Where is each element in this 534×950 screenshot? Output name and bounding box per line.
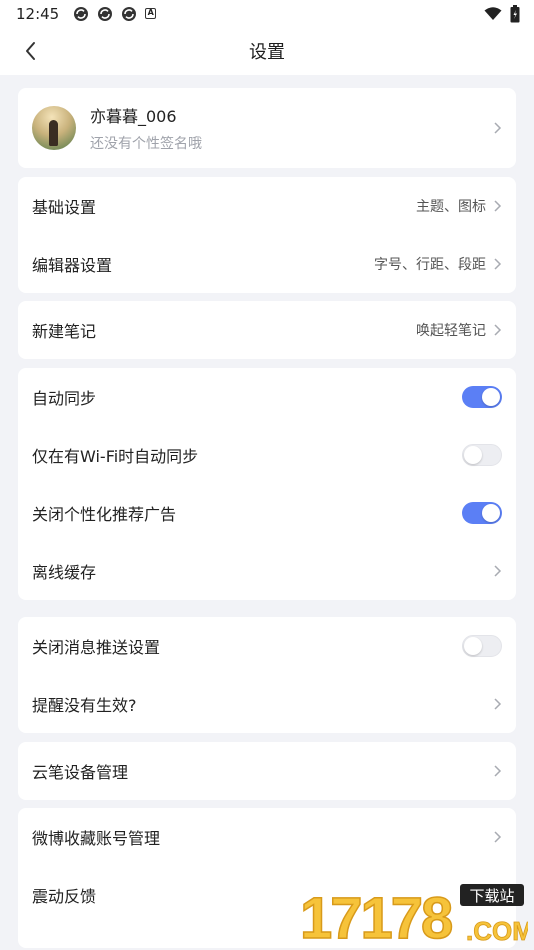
auto-sync-toggle[interactable]	[462, 386, 502, 408]
watermark-badge: 下载站	[469, 887, 514, 905]
watermark-domain: .COM	[466, 916, 528, 946]
pen-device-row[interactable]: 云笔设备管理	[18, 742, 516, 800]
profile-signature: 还没有个性签名哦	[90, 136, 202, 152]
sync-icon	[122, 6, 137, 21]
chevron-right-icon	[494, 565, 502, 577]
profile-text: 亦暮暮_006 还没有个性签名哦	[90, 103, 202, 153]
auto-sync-label: 自动同步	[32, 389, 97, 408]
ads-label: 关闭个性化推荐广告	[32, 505, 177, 524]
vibration-label: 震动反馈	[32, 887, 97, 906]
display-settings-card: 基础设置 主题、图标 编辑器设置 字号、行距、段距	[18, 177, 516, 293]
wifi-sync-toggle[interactable]	[462, 444, 502, 466]
editor-settings-label: 编辑器设置	[32, 256, 113, 275]
close-push-label: 关闭消息推送设置	[32, 638, 161, 657]
a-icon: A	[145, 8, 157, 19]
reminder-label: 提醒没有生效?	[32, 696, 137, 715]
basic-settings-label: 基础设置	[32, 198, 97, 217]
chevron-right-icon	[494, 324, 502, 336]
new-note-label: 新建笔记	[32, 322, 97, 341]
sync-icon	[98, 6, 113, 21]
offline-cache-row[interactable]: 离线缓存	[18, 542, 516, 600]
profile-name: 亦暮暮_006	[90, 107, 177, 126]
basic-settings-row[interactable]: 基础设置 主题、图标	[18, 177, 516, 235]
editor-settings-value: 字号、行距、段距	[374, 257, 486, 273]
close-push-row: 关闭消息推送设置	[18, 617, 516, 675]
auto-sync-row: 自动同步	[18, 368, 516, 426]
ads-row: 关闭个性化推荐广告	[18, 484, 516, 542]
sync-icon	[74, 6, 89, 21]
pen-card: 云笔设备管理	[18, 742, 516, 800]
top-app-bar: 设置	[0, 27, 534, 75]
profile-row[interactable]: 亦暮暮_006 还没有个性签名哦	[18, 88, 516, 168]
sync-settings-card: 自动同步 仅在有Wi-Fi时自动同步 关闭个性化推荐广告 离线缓存	[18, 368, 516, 600]
chevron-right-icon	[494, 258, 502, 270]
avatar	[32, 106, 76, 150]
profile-card: 亦暮暮_006 还没有个性签名哦	[18, 88, 516, 168]
status-bar: 12:45 A	[0, 0, 534, 27]
new-note-value: 唤起轻笔记	[416, 323, 486, 339]
battery-icon	[510, 4, 520, 22]
status-time: 12:45	[16, 4, 60, 23]
status-notification-icons: A	[73, 6, 157, 22]
reminder-row[interactable]: 提醒没有生效?	[18, 675, 516, 733]
chevron-right-icon	[494, 698, 502, 710]
chevron-right-icon	[494, 122, 502, 134]
editor-settings-row[interactable]: 编辑器设置 字号、行距、段距	[18, 235, 516, 293]
weibo-label: 微博收藏账号管理	[32, 829, 161, 848]
page-title: 设置	[249, 42, 285, 63]
chevron-right-icon	[494, 831, 502, 843]
ads-toggle[interactable]	[462, 502, 502, 524]
pen-device-label: 云笔设备管理	[32, 763, 129, 782]
chevron-right-icon	[494, 765, 502, 777]
new-note-row[interactable]: 新建笔记 唤起轻笔记	[18, 301, 516, 359]
offline-cache-label: 离线缓存	[32, 563, 97, 582]
watermark-number: 17178	[300, 886, 452, 946]
weibo-row[interactable]: 微博收藏账号管理	[18, 808, 516, 866]
wifi-sync-label: 仅在有Wi-Fi时自动同步	[32, 447, 199, 466]
back-arrow-icon[interactable]	[20, 39, 44, 63]
push-settings-card: 关闭消息推送设置 提醒没有生效?	[18, 617, 516, 733]
close-push-toggle[interactable]	[462, 635, 502, 657]
watermark-logo: 17178 下载站 .COM	[299, 884, 528, 946]
status-system-icons	[484, 4, 520, 23]
chevron-right-icon	[494, 200, 502, 212]
new-note-card: 新建笔记 唤起轻笔记	[18, 301, 516, 359]
wifi-sync-row: 仅在有Wi-Fi时自动同步	[18, 426, 516, 484]
wifi-icon	[484, 6, 502, 20]
basic-settings-value: 主题、图标	[416, 199, 486, 215]
